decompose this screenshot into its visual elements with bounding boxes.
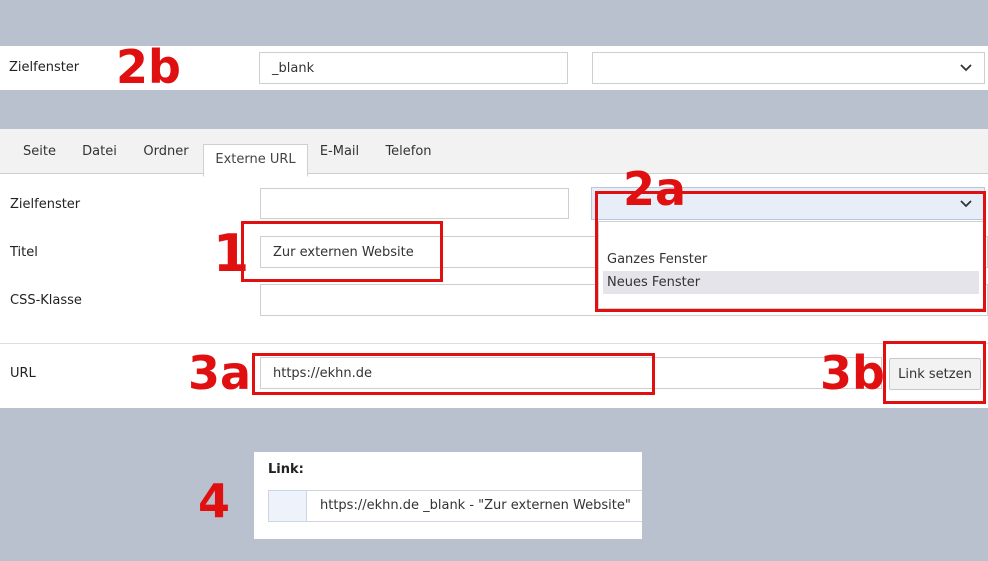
- tab-bar: Seite Datei Ordner Externe URL E-Mail Te…: [0, 129, 988, 177]
- annotation-3a: 3a: [188, 346, 252, 400]
- top-target-select[interactable]: [592, 52, 985, 84]
- link-result-heading: Link:: [268, 462, 304, 477]
- annotation-1: 1: [213, 224, 250, 284]
- tab-datei[interactable]: Datei: [72, 129, 127, 174]
- annotation-box-3a: [252, 353, 655, 395]
- zielfenster-label: Zielfenster: [10, 197, 81, 212]
- top-target-input[interactable]: _blank: [259, 52, 568, 84]
- top-strip-panel: Zielfenster 2b _blank: [0, 40, 988, 94]
- top-zielfenster-label: Zielfenster: [9, 60, 80, 75]
- tab-seite[interactable]: Seite: [12, 129, 67, 174]
- tab-email[interactable]: E-Mail: [312, 129, 367, 174]
- annotation-4: 4: [198, 474, 231, 528]
- annotation-box-1: [241, 221, 443, 282]
- link-result-value: https://ekhn.de _blank - "Zur externen W…: [320, 498, 631, 513]
- annotation-box-3b: [883, 341, 986, 404]
- titel-label: Titel: [10, 245, 38, 260]
- chevron-down-icon: [960, 64, 972, 72]
- url-label: URL: [10, 366, 36, 381]
- target-input[interactable]: [260, 188, 569, 219]
- tab-externe-url[interactable]: Externe URL: [203, 144, 308, 177]
- top-target-value: _blank: [272, 60, 315, 76]
- tab-telefon[interactable]: Telefon: [376, 129, 441, 174]
- link-result-panel: Link: https://ekhn.de _blank - "Zur exte…: [254, 452, 642, 539]
- link-result-row: https://ekhn.de _blank - "Zur externen W…: [268, 490, 642, 522]
- annotation-3b: 3b: [820, 346, 885, 400]
- annotation-2b: 2b: [116, 40, 181, 94]
- annotation-2a: 2a: [623, 162, 687, 216]
- section-divider: [0, 343, 988, 344]
- css-class-label: CSS-Klasse: [10, 293, 82, 308]
- tab-ordner[interactable]: Ordner: [135, 129, 197, 174]
- link-result-icon-cell: [269, 491, 307, 521]
